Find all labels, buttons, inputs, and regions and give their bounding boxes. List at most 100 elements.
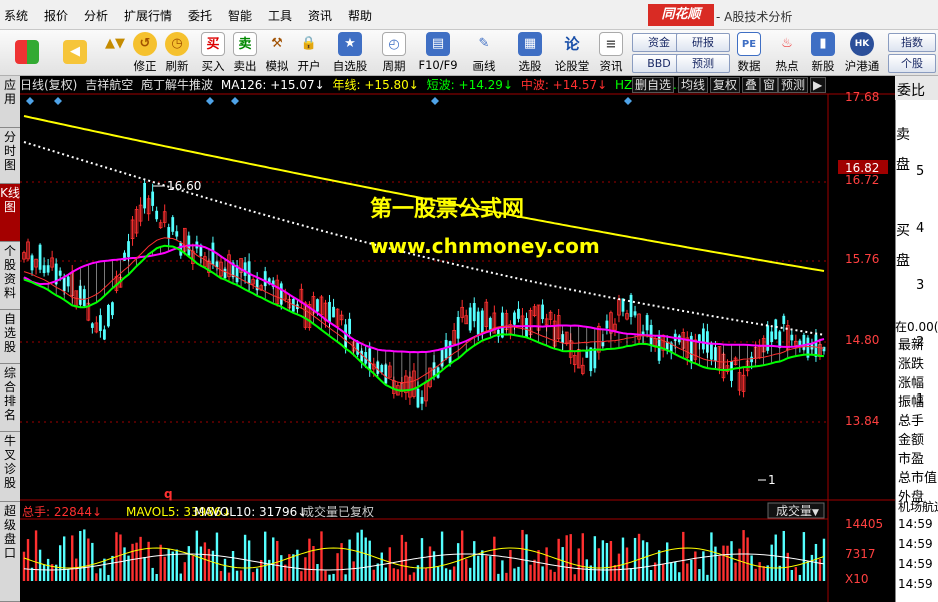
buy-side-label: 买盘: [896, 223, 910, 269]
refresh-label: 刷新: [165, 59, 189, 73]
candle-body: [127, 241, 130, 258]
ma-button[interactable]: 均线: [678, 77, 709, 93]
lock-icon: 🔒: [300, 36, 318, 51]
menu-smart[interactable]: 智能: [228, 7, 252, 24]
kline-chart-svg[interactable]: 16.60 1 q 17.68 16.72 15.76 14.80 13.84 …: [20, 76, 895, 602]
adjust-button[interactable]: 复权: [710, 77, 741, 93]
candle-body: [472, 303, 476, 322]
menu-tools[interactable]: 工具: [268, 7, 292, 24]
volume-tick-2: 7317: [845, 547, 876, 561]
price-tick-2: 16.72: [845, 173, 879, 187]
new-stock-button[interactable]: ▮ 新股: [806, 32, 840, 74]
menu-analysis[interactable]: 分析: [84, 7, 108, 24]
menu-quote[interactable]: 报价: [44, 7, 68, 24]
refresh-button[interactable]: ◷ 刷新: [160, 32, 194, 74]
toolbar: ◀ ▲▼ ↺ 修正 ◷ 刷新 买 买入 卖 卖出 ⚒ 模拟 🔒 开户 ★ 自选股…: [0, 30, 938, 76]
forum-button[interactable]: 论 论股堂: [552, 32, 592, 74]
kline-chart[interactable]: 16.60 1 q 17.68 16.72 15.76 14.80 13.84 …: [20, 76, 895, 602]
tab-super-orderbook[interactable]: 超级盘口: [0, 502, 20, 602]
candle-body: [90, 323, 94, 328]
sell-level-5: 5: [916, 164, 925, 179]
annotation-q: q: [164, 487, 173, 501]
price-tick-4: 14.80: [845, 333, 879, 347]
back-button[interactable]: ◀: [58, 32, 92, 74]
candle-body: [798, 340, 802, 346]
stat-change-pct: 涨幅: [898, 376, 925, 391]
arrow-right-icon[interactable]: ▶: [810, 77, 826, 93]
candle-body: [593, 348, 597, 369]
candle-body: [58, 270, 62, 276]
window-button[interactable]: 窗: [760, 77, 779, 93]
candle-body: [243, 262, 247, 276]
stat-market-cap: 总市值: [898, 471, 938, 486]
tab-timeshare[interactable]: 分时图: [0, 128, 20, 184]
updown-icon: ▲▼: [105, 36, 125, 51]
short-wave-line: [23, 244, 825, 392]
simulate-button[interactable]: ⚒ 模拟: [262, 32, 292, 74]
draw-line-button[interactable]: ✎ 画线: [464, 32, 504, 74]
tab-stock-profile[interactable]: 个股资料: [0, 242, 20, 310]
tab-watchlist[interactable]: 自选股: [0, 310, 20, 364]
info-button[interactable]: ≡ 资讯: [594, 32, 628, 74]
candle-body: [143, 182, 146, 209]
watermark-title: 第一股票公式网: [370, 196, 524, 222]
fix-button[interactable]: ↺ 修正: [128, 32, 162, 74]
updown-button[interactable]: ▲▼: [98, 32, 132, 74]
current-price: 16.82: [845, 161, 879, 175]
f10-button[interactable]: ▤ F10/F9: [416, 32, 460, 74]
year-line-value: 年线: +15.80↓: [332, 78, 419, 92]
data-button[interactable]: PE 数据: [732, 32, 766, 74]
candle-body: [103, 329, 106, 340]
tab-ranking[interactable]: 综合排名: [0, 364, 20, 432]
forecast-button[interactable]: 预测: [676, 54, 730, 73]
watchlist-button[interactable]: ★ 自选股: [330, 32, 370, 74]
candle-body: [541, 304, 544, 320]
candle-body: [111, 302, 114, 316]
buy-icon: 买: [201, 32, 225, 56]
sell-side-label: 卖盘: [896, 127, 910, 173]
candle-body: [316, 299, 319, 312]
tab-diagnosis[interactable]: 牛叉诊股: [0, 432, 20, 502]
forum-label: 论股堂: [554, 59, 590, 73]
windows-icon: [15, 40, 39, 64]
document-icon: ≡: [599, 32, 623, 56]
candle-body: [38, 244, 42, 270]
stat-pe: 市盈: [898, 452, 925, 467]
candle-body: [171, 217, 175, 232]
menu-help[interactable]: 帮助: [348, 7, 372, 24]
menu-extended-quote[interactable]: 扩展行情: [124, 7, 172, 24]
menu-news[interactable]: 资讯: [308, 7, 332, 24]
menu-trade[interactable]: 委托: [188, 7, 212, 24]
tab-apps[interactable]: 应用: [0, 76, 20, 128]
windows-logo-button[interactable]: [10, 32, 44, 74]
stock-button[interactable]: 个股: [888, 54, 936, 73]
chevron-down-icon: ▼: [812, 508, 819, 518]
ma126-value: MA126: +15.07↓: [220, 78, 325, 92]
stat-latest: 最新: [898, 338, 925, 353]
sell-button[interactable]: 卖 卖出: [230, 32, 260, 74]
hk-connect-button[interactable]: HK 沪港通: [842, 32, 882, 74]
candle-body: [444, 339, 448, 359]
period-icon: ◴: [382, 32, 406, 56]
candle-body: [774, 319, 778, 340]
candle-body: [175, 231, 179, 237]
stat-0: 在0.00(: [895, 320, 938, 334]
candle-body: [416, 388, 420, 408]
hotspot-button[interactable]: ♨ 热点: [770, 32, 804, 74]
period-button[interactable]: ◴ 周期: [374, 32, 414, 74]
tick-time-4: 14:59: [898, 577, 933, 591]
index-button[interactable]: 指数: [888, 33, 936, 52]
research-button[interactable]: 研报: [676, 33, 730, 52]
open-account-button[interactable]: 🔒 开户: [294, 32, 324, 74]
forecast-chart-button[interactable]: 预测: [778, 77, 809, 93]
stock-picker-button[interactable]: ▦ 选股: [510, 32, 550, 74]
candle-body: [750, 356, 754, 363]
candle-body: [211, 242, 215, 265]
menu-system[interactable]: 系统: [4, 7, 28, 24]
app-title: - A股技术分析: [716, 10, 793, 24]
tab-kline[interactable]: K线图: [0, 184, 20, 242]
remove-watchlist-button[interactable]: 删自选: [632, 77, 675, 93]
buy-button[interactable]: 买 买入: [198, 32, 228, 74]
volume-total: 总手: 22844↓: [22, 505, 102, 519]
overlay-button[interactable]: 叠: [742, 77, 761, 93]
